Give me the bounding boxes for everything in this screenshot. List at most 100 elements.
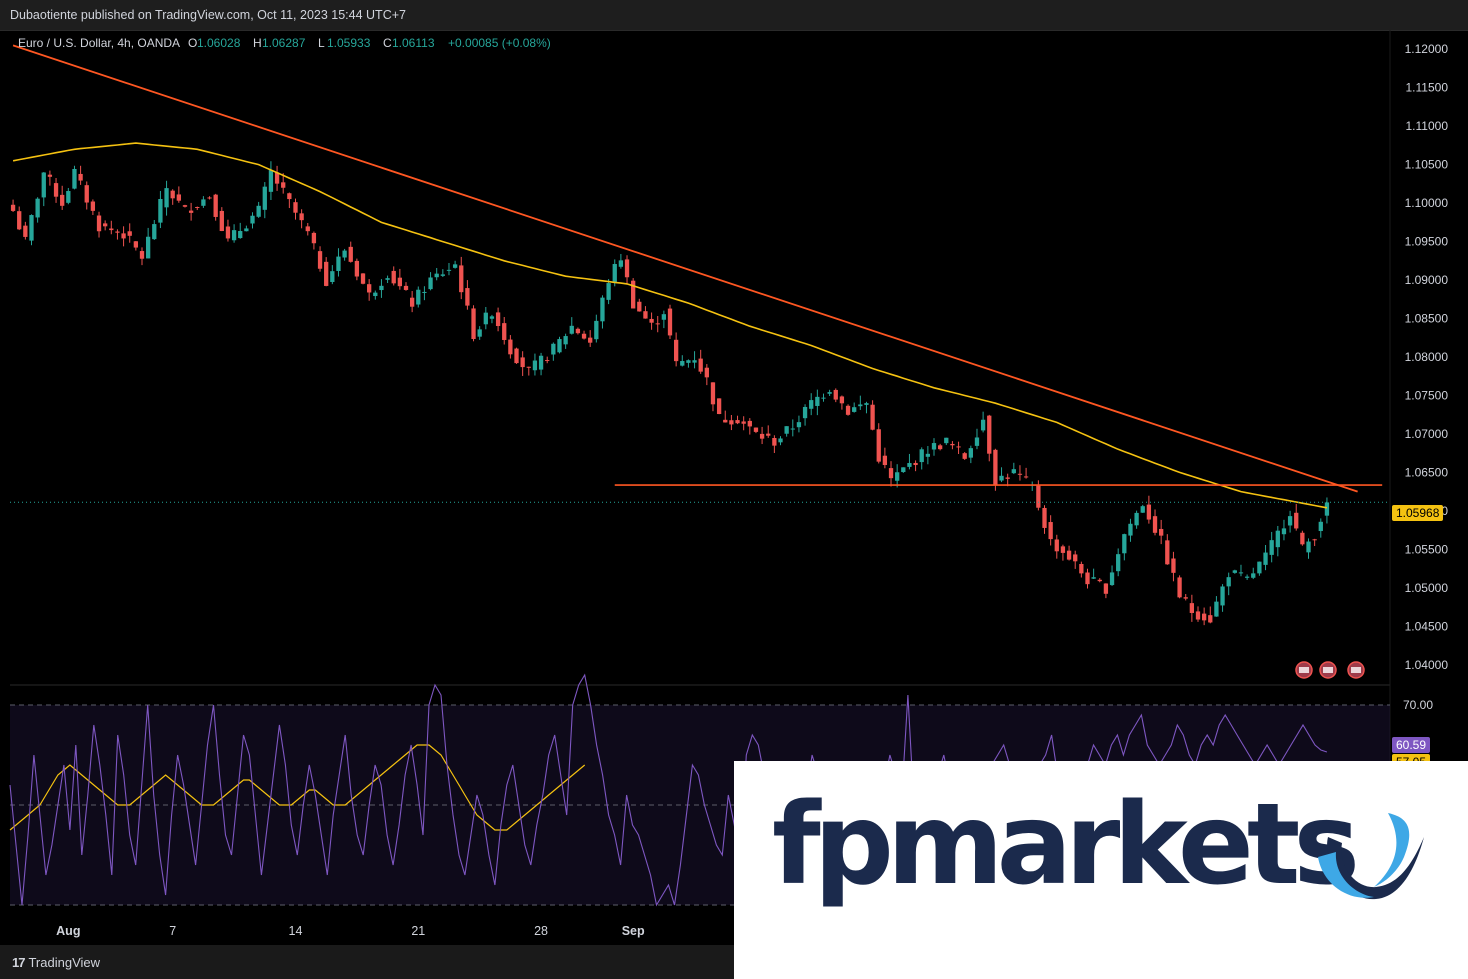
price-tick-label: 1.07500 xyxy=(1405,388,1449,402)
candle-body xyxy=(1189,603,1195,613)
candle-body xyxy=(403,285,409,290)
candle-body xyxy=(784,426,789,434)
candle-body xyxy=(594,320,599,340)
us-flag-event-icon[interactable] xyxy=(1295,661,1313,679)
candle-body xyxy=(747,420,752,427)
candle-body xyxy=(993,449,998,486)
candle-body xyxy=(60,194,65,206)
candle-body xyxy=(1220,586,1225,606)
candle-body xyxy=(759,433,765,439)
rsi-value-badge: 60.59 xyxy=(1392,737,1431,753)
candle-body xyxy=(637,301,642,312)
tradingview-brand[interactable]: 17 TradingView xyxy=(12,955,100,970)
candle-body xyxy=(238,231,243,239)
candle-body xyxy=(815,396,820,406)
candle-body xyxy=(1097,579,1102,582)
candle-body xyxy=(311,232,317,244)
candle-body xyxy=(1036,485,1041,508)
candle-body xyxy=(821,397,826,399)
candle-body xyxy=(845,405,851,415)
candle-body xyxy=(1091,577,1096,579)
us-flag-event-icon[interactable] xyxy=(1319,661,1337,679)
candle-body xyxy=(1201,613,1207,621)
candle-body xyxy=(354,260,360,277)
candle-body xyxy=(545,360,550,362)
candle-body xyxy=(158,199,163,223)
candle-body xyxy=(1042,507,1047,528)
candle-body xyxy=(459,265,464,293)
fpmarkets-check-icon xyxy=(1318,813,1424,900)
candle-body xyxy=(710,382,716,405)
candle-body xyxy=(962,453,967,459)
candle-body xyxy=(489,316,495,319)
candle-body xyxy=(367,284,372,293)
candle-body xyxy=(606,283,611,300)
candle-body xyxy=(643,311,648,319)
ohlc-key-H: H xyxy=(253,36,262,50)
candle-body xyxy=(950,443,955,446)
candle-body xyxy=(1122,534,1127,554)
ohlc-values: O 1.06028 H 1.06287 L 1.05933 C 1.06113 +0.00085… xyxy=(188,36,551,50)
candle-body xyxy=(704,367,709,378)
candle-body xyxy=(692,360,697,363)
price-axis[interactable]: 1.12000 1.11500 1.11000 1.10500 1.10000 1.095… xyxy=(1405,42,1449,672)
candle-body xyxy=(907,463,912,467)
candle-body xyxy=(1146,504,1152,520)
candle-body xyxy=(1275,530,1280,548)
candle-body xyxy=(901,467,906,473)
candle-body xyxy=(698,358,703,372)
candle-body xyxy=(385,278,390,280)
tradingview-label: TradingView xyxy=(28,955,101,970)
candle-body xyxy=(888,468,894,479)
candle-body xyxy=(41,172,46,198)
candle-body xyxy=(262,186,267,210)
candle-body xyxy=(23,225,28,237)
candle-body xyxy=(809,400,814,409)
ohlc-value-C: 1.06113 xyxy=(392,36,435,50)
time-tick-label: 7 xyxy=(169,924,176,938)
candle-body xyxy=(1073,554,1078,562)
price-tick-label: 1.11000 xyxy=(1406,119,1449,133)
candle-body xyxy=(29,215,34,241)
candle-body xyxy=(723,419,728,423)
price-tick-label: 1.09500 xyxy=(1405,235,1449,249)
price-tick-label: 1.06500 xyxy=(1405,465,1449,479)
candle-body xyxy=(944,437,949,444)
candle-body xyxy=(78,173,83,181)
candle-body xyxy=(96,215,102,232)
candle-body xyxy=(974,437,980,446)
rsi-tick-label: 70.00 xyxy=(1403,698,1433,712)
candle-body xyxy=(508,339,513,355)
ohlc-value-L: 1.05933 xyxy=(327,36,371,50)
price-tick-label: 1.04000 xyxy=(1405,658,1449,672)
candle-body xyxy=(348,246,353,262)
candle-body xyxy=(618,260,624,267)
candle-body xyxy=(716,398,722,415)
candle-body xyxy=(1134,512,1139,526)
candle-body xyxy=(1023,476,1029,478)
candle-body xyxy=(1005,477,1010,479)
candle-body xyxy=(373,292,378,297)
price-label-badge: 1.05968 xyxy=(1392,505,1444,522)
ohlc-value-H: 1.06287 xyxy=(262,36,306,50)
candle-body xyxy=(176,194,181,201)
candle-body xyxy=(882,455,888,466)
candle-body xyxy=(139,251,145,259)
candle-body xyxy=(360,273,366,284)
ohlc-key-L: L xyxy=(318,36,325,50)
time-axis[interactable]: Aug 7 14 21 28 Sep xyxy=(56,924,645,938)
descending-trendline[interactable] xyxy=(12,44,1358,493)
candle-body xyxy=(557,339,562,353)
candle-body xyxy=(483,312,488,325)
ohlc-key-O: O xyxy=(188,36,197,50)
candle-body xyxy=(569,325,574,334)
candle-body xyxy=(90,201,96,211)
time-tick-label: 14 xyxy=(289,924,303,938)
candle-body xyxy=(895,472,900,481)
candle-body xyxy=(1085,572,1090,585)
candle-body xyxy=(1300,532,1305,545)
candle-body xyxy=(35,198,40,218)
event-icons[interactable] xyxy=(1295,661,1365,679)
us-flag-event-icon[interactable] xyxy=(1347,661,1365,679)
candlestick-series xyxy=(10,161,1330,626)
